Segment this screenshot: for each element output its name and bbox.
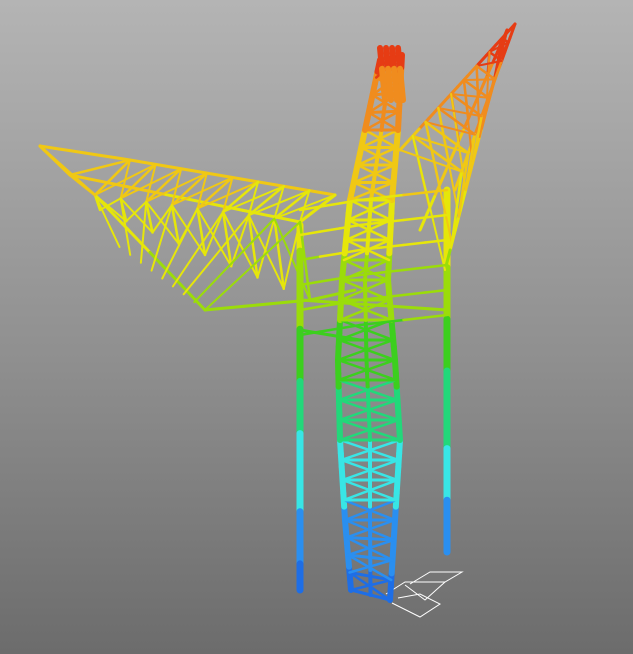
undeformed-base-outline (385, 571, 464, 618)
left-arm-chord (87, 177, 110, 185)
mast-tip (393, 86, 400, 103)
left-arm-chord (162, 265, 179, 283)
tie-member (402, 266, 427, 272)
left-arm-strut (273, 189, 311, 220)
left-arm-chord (210, 172, 234, 179)
tie-member (318, 252, 342, 258)
left-arm-chord (231, 176, 255, 183)
left-arm-chord (282, 299, 299, 304)
right-arm-chord (398, 138, 412, 152)
tie-member (372, 303, 394, 308)
mast-strut (367, 109, 401, 114)
tie-member (298, 298, 320, 303)
model-viewport[interactable] (0, 0, 633, 654)
left-arm-strut (247, 185, 285, 217)
tie-member (338, 323, 362, 330)
left-arm-chord (292, 186, 316, 193)
truss-structure-render[interactable] (0, 0, 633, 654)
tie-member (380, 293, 405, 299)
left-arm-strut (94, 194, 121, 248)
left-arm-chord (183, 197, 206, 204)
left-arm-chord (68, 149, 87, 155)
tie-member (427, 307, 449, 312)
tie-member (335, 301, 357, 306)
left-arm-chord (313, 190, 337, 197)
tie-member (318, 277, 342, 283)
left-arm-chord (269, 301, 286, 306)
left-arm-diagonal (230, 214, 250, 268)
left-arm-chord (229, 304, 246, 309)
left-arm-chord (256, 302, 273, 307)
undeformed-outline-edge (385, 571, 464, 595)
left-arm-strut (139, 200, 148, 264)
tie-member (402, 191, 427, 197)
tie-member (402, 316, 427, 322)
left-arm-chord (128, 158, 152, 165)
left-arm-chord (323, 291, 342, 299)
left-arm-chord (216, 306, 233, 311)
left-arm-strut (150, 204, 173, 272)
undeformed-outline-edge (404, 581, 446, 601)
tie-member (390, 304, 412, 309)
truss-members (38, 22, 517, 603)
tie-member (338, 223, 362, 230)
tie-member (402, 291, 427, 297)
mast-tip (387, 86, 394, 103)
left-arm-chord (98, 153, 117, 160)
left-arm-strut (171, 210, 225, 288)
mast-tip (399, 86, 406, 103)
mast-tip (381, 86, 388, 103)
tie-member (380, 243, 405, 249)
tie-member (408, 306, 431, 311)
tie-member (380, 193, 405, 199)
undeformed-outline-edge (391, 593, 442, 618)
left-arm-chord (242, 303, 259, 308)
tie-member (353, 302, 375, 307)
right-arm-chord (427, 106, 440, 120)
tie-member (313, 331, 332, 337)
right-arm-chord (436, 96, 450, 110)
left-arm-diagonal (151, 204, 173, 234)
left-arm-chord (53, 146, 72, 153)
left-arm-chord (190, 169, 214, 176)
left-arm-chord (279, 216, 302, 224)
tie-member (402, 241, 427, 247)
tie-member (402, 216, 427, 222)
left-arm-chord (83, 151, 102, 157)
right-arm-diagonal (462, 78, 496, 81)
tie-member (328, 333, 347, 339)
right-arm-chord (418, 211, 429, 232)
tie-member (380, 268, 405, 274)
tie-member (316, 299, 339, 304)
left-arm-diagonal (125, 200, 148, 223)
tie-member (318, 227, 342, 233)
right-arm-chord (465, 64, 479, 78)
